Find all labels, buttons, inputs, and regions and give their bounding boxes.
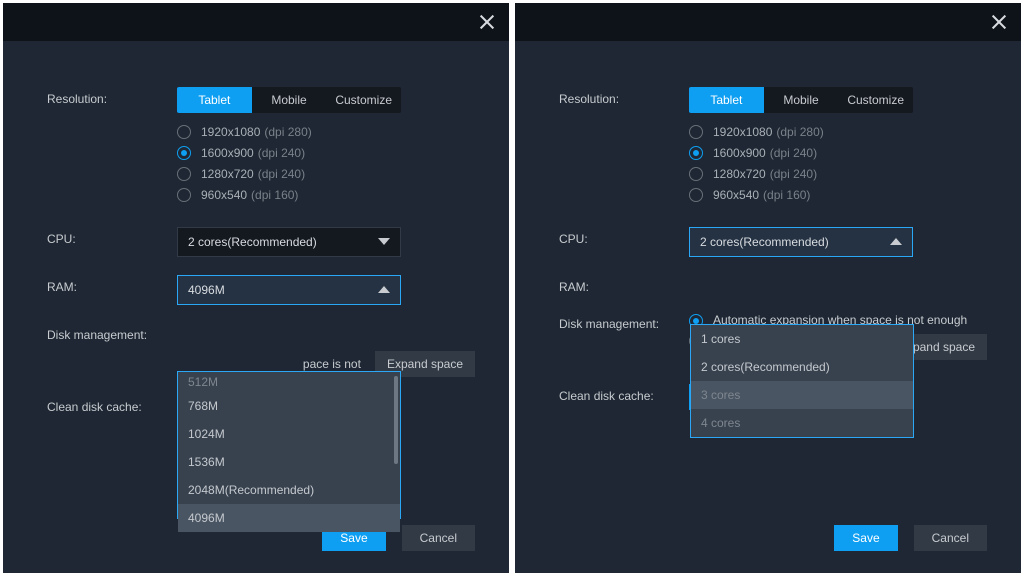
- settings-window-left: Resolution: Tablet Mobile Customize 1920…: [3, 3, 509, 573]
- resolution-option[interactable]: 1280x720(dpi 240): [689, 167, 987, 181]
- label-clean: Clean disk cache:: [559, 384, 689, 410]
- resolution-option[interactable]: 960x540(dpi 160): [689, 188, 987, 202]
- resolution-tabs: Tablet Mobile Customize: [689, 87, 913, 113]
- settings-window-right: Resolution: Tablet Mobile Customize 1920…: [515, 3, 1021, 573]
- radio-icon: [689, 167, 703, 181]
- cancel-button[interactable]: Cancel: [914, 525, 987, 551]
- ram-select[interactable]: 4096M: [177, 275, 401, 305]
- radio-icon: [177, 167, 191, 181]
- resolution-option[interactable]: 1920x1080(dpi 280): [689, 125, 987, 139]
- chevron-up-icon: [890, 238, 902, 246]
- resolution-option[interactable]: 1600x900(dpi 240): [689, 146, 987, 160]
- resolution-tabs: Tablet Mobile Customize: [177, 87, 401, 113]
- radio-icon: [689, 125, 703, 139]
- cpu-option[interactable]: 4 cores: [691, 409, 913, 437]
- label-clean: Clean disk cache:: [47, 395, 177, 421]
- tab-customize[interactable]: Customize: [838, 87, 913, 113]
- label-disk: Disk management:: [559, 312, 689, 366]
- close-icon[interactable]: [479, 14, 495, 30]
- cancel-button[interactable]: Cancel: [402, 525, 475, 551]
- ram-option[interactable]: 2048M(Recommended): [178, 476, 400, 504]
- ram-option[interactable]: 512M: [178, 372, 400, 392]
- footer-buttons: Save Cancel: [834, 525, 987, 551]
- label-resolution: Resolution:: [47, 87, 177, 209]
- label-ram: RAM:: [47, 275, 177, 305]
- panel-body: Resolution: Tablet Mobile Customize 1920…: [3, 41, 509, 573]
- resolution-option[interactable]: 960x540(dpi 160): [177, 188, 475, 202]
- cpu-option[interactable]: 3 cores: [691, 381, 913, 409]
- radio-icon: [177, 188, 191, 202]
- cpu-option[interactable]: 1 cores: [691, 325, 913, 353]
- label-resolution: Resolution:: [559, 87, 689, 209]
- titlebar: [515, 3, 1021, 41]
- ram-option[interactable]: 1024M: [178, 420, 400, 448]
- resolution-options: 1920x1080(dpi 280) 1600x900(dpi 240) 128…: [177, 125, 475, 202]
- cpu-select[interactable]: 2 cores(Recommended): [689, 227, 913, 257]
- tab-mobile[interactable]: Mobile: [252, 87, 327, 113]
- close-icon[interactable]: [991, 14, 1007, 30]
- tab-customize[interactable]: Customize: [326, 87, 401, 113]
- label-disk: Disk management:: [47, 323, 177, 377]
- radio-icon: [177, 125, 191, 139]
- chevron-up-icon: [378, 286, 390, 294]
- cpu-dropdown: 1 cores 2 cores(Recommended) 3 cores 4 c…: [690, 324, 914, 438]
- radio-icon: [689, 146, 703, 160]
- titlebar: [3, 3, 509, 41]
- save-button[interactable]: Save: [834, 525, 897, 551]
- ram-option[interactable]: 768M: [178, 392, 400, 420]
- resolution-option[interactable]: 1920x1080(dpi 280): [177, 125, 475, 139]
- radio-icon: [689, 188, 703, 202]
- scrollbar-thumb[interactable]: [394, 376, 398, 464]
- radio-icon: [177, 146, 191, 160]
- tab-tablet[interactable]: Tablet: [177, 87, 252, 113]
- resolution-option[interactable]: 1600x900(dpi 240): [177, 146, 475, 160]
- tab-mobile[interactable]: Mobile: [764, 87, 839, 113]
- label-ram: RAM:: [559, 275, 689, 294]
- resolution-option[interactable]: 1280x720(dpi 240): [177, 167, 475, 181]
- cpu-select[interactable]: 2 cores(Recommended): [177, 227, 401, 257]
- ram-option[interactable]: 4096M: [178, 504, 400, 532]
- ram-option[interactable]: 1536M: [178, 448, 400, 476]
- label-cpu: CPU:: [559, 227, 689, 257]
- ram-dropdown: 512M 768M 1024M 1536M 2048M(Recommended)…: [177, 371, 401, 519]
- resolution-options: 1920x1080(dpi 280) 1600x900(dpi 240) 128…: [689, 125, 987, 202]
- label-cpu: CPU:: [47, 227, 177, 257]
- panel-body: Resolution: Tablet Mobile Customize 1920…: [515, 41, 1021, 573]
- tab-tablet[interactable]: Tablet: [689, 87, 764, 113]
- cpu-option[interactable]: 2 cores(Recommended): [691, 353, 913, 381]
- chevron-down-icon: [378, 238, 390, 246]
- disk-auto-partial: pace is not: [177, 357, 367, 371]
